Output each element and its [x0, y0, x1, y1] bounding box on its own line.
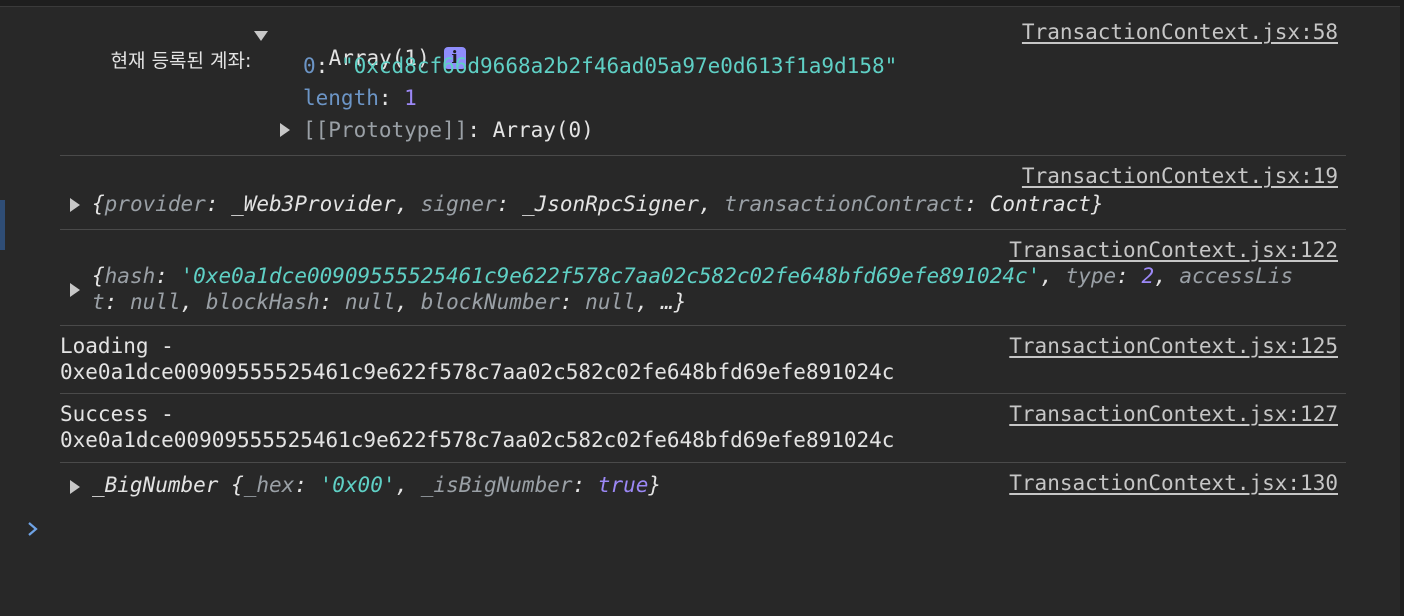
devtools-right-edge — [1400, 0, 1404, 616]
devtools-top-edge — [0, 0, 1404, 7]
array-length: length: 1 — [303, 86, 417, 110]
object-preview-line-1[interactable]: {hash: '0xe0a1dce00909555525461c9e622f57… — [92, 264, 1293, 288]
chevron-right-icon[interactable] — [26, 518, 40, 546]
message-divider — [60, 325, 1346, 326]
expand-triangle-right-icon[interactable] — [280, 123, 290, 137]
expand-triangle-right-icon[interactable] — [70, 198, 80, 212]
prototype-row[interactable]: [[Prototype]]: Array(0) — [303, 118, 594, 142]
array-item-0: 0: "0xcd8cf66d9668a2b2f46ad05a97e0d613f1… — [303, 54, 898, 78]
object-preview[interactable]: _BigNumber {_hex: '0x00', _isBigNumber: … — [92, 473, 661, 497]
gutter-accent — [0, 200, 5, 250]
expand-triangle-right-icon[interactable] — [70, 480, 80, 494]
log-text-line-2: 0xe0a1dce00909555525461c9e622f578c7aa02c… — [60, 428, 895, 452]
source-link[interactable]: TransactionContext.jsx:130 — [1009, 471, 1338, 495]
log-text-line-2: 0xe0a1dce00909555525461c9e622f578c7aa02c… — [60, 360, 895, 384]
expand-triangle-right-icon[interactable] — [70, 283, 80, 297]
message-divider — [60, 229, 1346, 230]
log-text-line-1: Success - — [60, 402, 174, 426]
message-divider — [60, 393, 1346, 394]
message-divider — [60, 462, 1346, 463]
log-text-line-1: Loading - — [60, 334, 174, 358]
source-link[interactable]: TransactionContext.jsx:122 — [1009, 238, 1338, 262]
source-link[interactable]: TransactionContext.jsx:127 — [1009, 402, 1338, 426]
object-preview-line-2[interactable]: t: null, blockHash: null, blockNumber: n… — [92, 290, 686, 314]
message-divider — [60, 155, 1346, 156]
object-preview[interactable]: {provider: _Web3Provider, signer: _JsonR… — [92, 192, 1104, 216]
source-link[interactable]: TransactionContext.jsx:19 — [1022, 164, 1338, 188]
source-link[interactable]: TransactionContext.jsx:58 — [1022, 20, 1338, 44]
log-label: 현재 등록된 계좌: — [110, 50, 252, 72]
expand-triangle-down-icon[interactable] — [254, 31, 268, 41]
source-link[interactable]: TransactionContext.jsx:125 — [1009, 334, 1338, 358]
